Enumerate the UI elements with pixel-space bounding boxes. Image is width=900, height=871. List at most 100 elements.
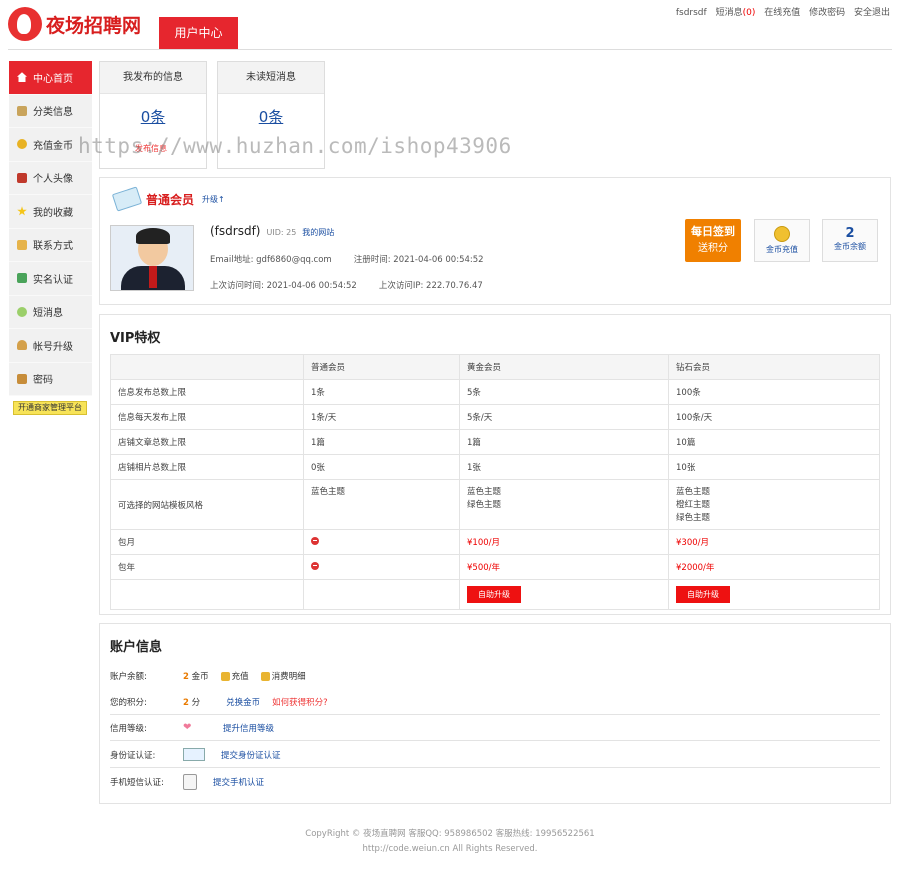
exchange-coins-link[interactable]: 兑换金币 [226,696,260,708]
sidebar-item-label: 密码 [33,375,53,387]
table-header-cell: 钻石会员 [668,354,880,380]
table-cell: 1条 [303,379,460,405]
table-cell [303,554,460,580]
avatar[interactable] [110,225,194,291]
edit-icon [17,105,27,116]
theme-option: 蓝色主题 [311,487,346,497]
home-icon [17,72,27,83]
submit-id-link[interactable]: 提交身份证认证 [221,749,281,761]
coin-stack-icon [774,226,790,242]
tab-user-center[interactable]: 用户中心 [159,17,238,49]
table-row: 自助升级 自助升级 [110,579,880,610]
my-site-link[interactable]: 我的网站 [302,228,334,237]
published-count-link[interactable]: 0条 [100,106,206,127]
gold-upgrade-button[interactable]: 自助升级 [467,586,521,603]
table-cell: 10篇 [668,429,880,455]
sidebar-item-label: 实名认证 [33,274,73,286]
logo-icon [8,7,42,41]
sidebar-item-contact[interactable]: 联系方式 [9,228,92,262]
sidebar-item-password[interactable]: 密码 [9,362,92,396]
username-link[interactable]: fsdrsdf [676,8,707,18]
how-to-get-points-link[interactable]: 如何获得积分? [272,696,328,708]
member-level-header: 普通会员 升级↑ [111,186,225,212]
recharge-link[interactable]: 在线充值 [764,8,800,18]
table-cell: 5条 [459,379,669,405]
balance-label: 账户余额: [110,672,147,682]
last-visit-ip: 上次访问IP: 222.70.76.47 [378,281,483,291]
sidebar-item-label: 短消息 [33,308,63,320]
improve-credit-link[interactable]: 提升信用等级 [223,722,274,734]
messages-label: 短消息 [715,8,743,18]
coin-recharge-button[interactable]: 金币充值 [754,219,810,262]
points-value: 2 分 [183,696,200,708]
table-cell: 包年 [110,554,304,580]
account-panel: 账户信息 账户余额: 2 金币 充值 消费明细 您的积分: 2 分 兑换金币 如… [99,623,891,804]
logo-text: 夜场招聘网 [46,14,142,37]
user-info-row-1: Email地址: gdf6860@qq.com 注册时间: 2021-04-06 … [210,253,484,265]
sidebar: 中心首页 分类信息 充值金币 个人头像 我的收藏 联系方式 实名认证 短消息 帐… [9,61,92,396]
member-level: 普通会员 [146,192,195,207]
sidebar-item-classified[interactable]: 分类信息 [9,94,92,128]
consume-detail-link[interactable]: 消费明细 [260,670,306,682]
coin-balance-box[interactable]: 2 金币余额 [822,219,878,262]
theme-option: 绿色主题 [676,513,711,523]
unread-count-link[interactable]: 0条 [218,106,324,127]
member-card-icon [111,186,143,212]
id-verify-icon [17,273,27,284]
last-visit-time: 上次访问时间: 2021-04-06 00:54:52 [210,281,357,291]
table-cell: 包月 [110,529,304,555]
sidebar-item-upgrade[interactable]: 帐号升级 [9,329,92,363]
balance-unit: 金币 [191,672,209,682]
site-logo[interactable]: 夜场招聘网 [8,4,150,44]
heart-icon: ❤ [183,722,192,733]
contact-card-icon [17,239,27,250]
sidebar-item-home[interactable]: 中心首页 [9,61,92,95]
points-amount: 2 [183,697,189,708]
sidebar-item-avatar[interactable]: 个人头像 [9,161,92,195]
table-row: 可选择的网站模板风格 蓝色主题 蓝色主题 绿色主题 蓝色主题 橙红主题 绿色主题 [110,479,880,530]
change-password-link[interactable]: 修改密码 [809,8,845,18]
table-cell: 蓝色主题 [303,479,460,530]
credit-row: 信用等级: ❤ 提升信用等级 [110,715,880,741]
sidebar-item-label: 充值金币 [33,140,73,152]
table-row: 包年 ¥500/年 ¥2000/年 [110,554,880,580]
top-links: fsdrsdf 短消息(0) 在线充值 修改密码 安全退出 [670,5,890,18]
daily-signin-button[interactable]: 每日签到 送积分 [685,219,741,262]
theme-option: 蓝色主题 [467,487,502,497]
recharge-link[interactable]: 充值 [220,670,249,682]
sidebar-item-label: 中心首页 [33,73,73,85]
table-cell: ¥100/月 [459,529,669,555]
table-cell: ¥500/年 [459,554,669,580]
sidebar-item-favorites[interactable]: 我的收藏 [9,195,92,229]
table-header-row: 普通会员 黄金会员 钻石会员 [110,354,880,380]
table-header-cell: 黄金会员 [459,354,669,380]
table-cell: 店铺相片总数上限 [110,454,304,480]
account-title: 账户信息 [110,640,163,655]
sidebar-item-verify[interactable]: 实名认证 [9,262,92,296]
coins-icon [220,672,230,681]
phone-verify-row: 手机短信认证: 提交手机认证 [110,769,880,795]
upgrade-link[interactable]: 升级↑ [202,194,225,205]
sidebar-item-messages[interactable]: 短消息 [9,295,92,329]
table-cell: 10张 [668,454,880,480]
open-merchant-button[interactable]: 开通商家管理平台 [13,401,87,415]
coin-balance-label: 金币余额 [834,242,866,251]
id-verify-label: 身份证认证: [110,750,156,761]
avatar-hair [136,228,170,244]
table-cell: 信息每天发布上限 [110,404,304,430]
submit-phone-link[interactable]: 提交手机认证 [213,776,264,788]
balance-amount: 2 [183,672,189,682]
user-info-row-2: 上次访问时间: 2021-04-06 00:54:52 上次访问IP: 222.7… [210,279,483,291]
table-cell: 100条 [668,379,880,405]
member-panel: 普通会员 升级↑ (fsdrsdf) UID: 25 我的网站 Email地址: g… [99,177,891,305]
diamond-upgrade-button[interactable]: 自助升级 [676,586,730,603]
footer-copyright: CopyRight © 夜场直聘网 客服QQ: 958986502 客服热线: … [305,829,595,839]
logout-link[interactable]: 安全退出 [854,8,890,18]
credit-label: 信用等级: [110,723,147,734]
table-cell: 蓝色主题 绿色主题 [459,479,669,530]
table-header-cell: 普通会员 [303,354,460,380]
messages-link[interactable]: 短消息(0) [716,8,756,18]
table-cell: 0张 [303,454,460,480]
table-cell [303,529,460,555]
points-label: 您的积分: [110,697,147,708]
